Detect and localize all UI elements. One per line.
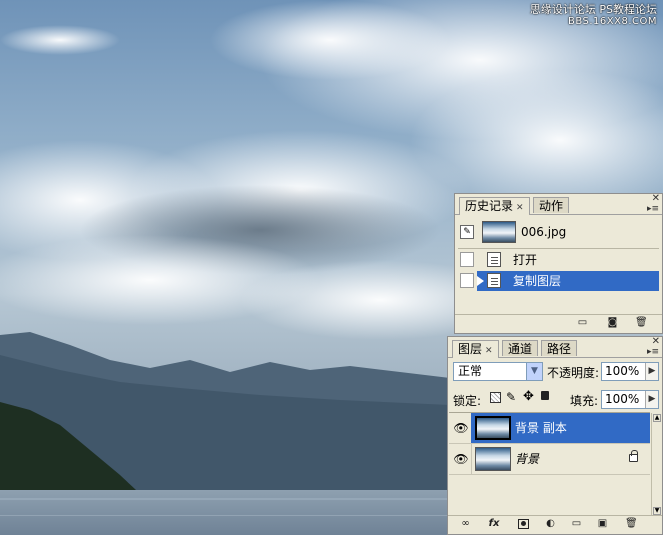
scroll-down-icon[interactable]: ▼ bbox=[653, 507, 661, 515]
layer-name-cell[interactable]: 背景 bbox=[471, 444, 650, 474]
tab-history-label: 历史记录 bbox=[465, 199, 514, 213]
new-document-icon[interactable]: ▭ bbox=[577, 318, 588, 328]
blend-mode-value: 正常 bbox=[458, 364, 483, 378]
lock-brush-icon[interactable]: ✎ bbox=[506, 390, 516, 404]
opacity-value: 100% bbox=[605, 364, 640, 378]
history-state-slider-icon[interactable] bbox=[477, 276, 484, 286]
layer-thumbnail bbox=[475, 447, 511, 471]
tab-paths-label: 路径 bbox=[547, 342, 572, 356]
history-source-checkbox[interactable] bbox=[460, 252, 474, 267]
history-item-open[interactable]: 打开 bbox=[458, 250, 659, 270]
layers-panel-tabs: 图层 ✕ 通道 路径 ✕ ▸≡ bbox=[448, 336, 662, 358]
link-icon[interactable]: ∞ bbox=[460, 519, 471, 529]
tab-layers[interactable]: 图层 ✕ bbox=[452, 340, 499, 358]
layer-row-background-copy[interactable]: 👁 背景 副本 bbox=[449, 413, 650, 444]
history-source-checkbox[interactable] bbox=[460, 273, 474, 288]
layers-panel: 图层 ✕ 通道 路径 ✕ ▸≡ 正常 ▼ 不透明度: 100% ▶ 锁定: ✎ ✥… bbox=[447, 336, 663, 535]
history-panel: 历史记录 ✕ 动作 ✕ ▸≡ ✎ 006.jpg 打开 复制图层 ▭ ◙ 🗑 bbox=[454, 193, 663, 334]
history-brush-icon[interactable]: ✎ bbox=[460, 225, 474, 239]
lock-transparent-icon[interactable] bbox=[490, 392, 501, 403]
fill-value: 100% bbox=[605, 392, 640, 406]
blend-mode-dropdown[interactable]: 正常 ▼ bbox=[453, 362, 543, 381]
lock-move-icon[interactable]: ✥ bbox=[523, 389, 534, 404]
layers-bottom-bar: ∞ fx ◐ ▭ ▣ 🗑 bbox=[448, 515, 662, 534]
lock-icon bbox=[629, 450, 638, 462]
snapshot-label: 006.jpg bbox=[521, 225, 567, 239]
folder-icon[interactable]: ▭ bbox=[571, 519, 582, 529]
history-item-label: 打开 bbox=[513, 253, 538, 267]
watermark-line-1: 思缘设计论坛 PS教程论坛 bbox=[529, 3, 657, 16]
close-icon[interactable]: ✕ bbox=[516, 203, 524, 213]
trash-icon[interactable]: 🗑 bbox=[625, 519, 638, 529]
tab-channels-label: 通道 bbox=[508, 342, 533, 356]
panel-close-icon[interactable]: ✕ bbox=[652, 193, 660, 204]
layer-name[interactable]: 背景 bbox=[515, 444, 539, 474]
watermark-line-2: BBS.16XX8.COM bbox=[567, 16, 657, 27]
document-icon bbox=[487, 252, 501, 267]
tab-channels[interactable]: 通道 bbox=[502, 340, 539, 356]
opacity-field[interactable]: 100% ▶ bbox=[601, 362, 659, 381]
opacity-label: 不透明度: bbox=[547, 366, 600, 380]
fx-icon[interactable]: fx bbox=[486, 519, 502, 529]
trash-icon[interactable]: 🗑 bbox=[635, 318, 648, 328]
watermark: 思缘设计论坛 PS教程论坛 BBS.16XX8.COM bbox=[530, 4, 657, 28]
chevron-right-icon[interactable]: ▶ bbox=[645, 391, 658, 408]
history-snapshot-row[interactable]: ✎ 006.jpg bbox=[458, 220, 659, 246]
fill-label: 填充: bbox=[570, 394, 599, 408]
panel-menu-icon[interactable]: ▸≡ bbox=[647, 204, 659, 214]
adjustment-icon[interactable]: ◐ bbox=[545, 519, 556, 529]
layer-name[interactable]: 背景 副本 bbox=[515, 413, 567, 443]
panel-menu-icon[interactable]: ▸≡ bbox=[647, 347, 659, 357]
tab-actions-label: 动作 bbox=[539, 199, 564, 213]
history-bottom-bar: ▭ ◙ 🗑 bbox=[455, 314, 662, 333]
tab-actions[interactable]: 动作 bbox=[533, 197, 570, 213]
history-item-label: 复制图层 bbox=[513, 274, 562, 288]
fill-field[interactable]: 100% ▶ bbox=[601, 390, 659, 409]
document-icon bbox=[487, 273, 501, 288]
mask-icon[interactable] bbox=[518, 519, 529, 529]
lock-label: 锁定: bbox=[453, 394, 482, 408]
history-item-duplicate-layer[interactable]: 复制图层 bbox=[477, 271, 659, 291]
divider bbox=[458, 248, 659, 249]
new-layer-icon[interactable]: ▣ bbox=[597, 519, 608, 529]
snapshot-thumbnail bbox=[482, 221, 516, 243]
chevron-down-icon[interactable]: ▼ bbox=[526, 363, 542, 380]
layers-scrollbar[interactable]: ▲ ▼ bbox=[651, 413, 662, 516]
tab-layers-label: 图层 bbox=[458, 342, 483, 356]
chevron-right-icon[interactable]: ▶ bbox=[645, 363, 658, 380]
layer-thumbnail bbox=[475, 416, 511, 440]
panel-close-icon[interactable]: ✕ bbox=[652, 336, 660, 347]
close-icon[interactable]: ✕ bbox=[485, 346, 493, 356]
layer-row-background[interactable]: 👁 背景 bbox=[449, 444, 650, 475]
scroll-up-icon[interactable]: ▲ bbox=[653, 414, 661, 422]
lock-all-icon[interactable] bbox=[541, 391, 549, 400]
layer-name-cell[interactable]: 背景 副本 bbox=[471, 413, 650, 443]
tab-paths[interactable]: 路径 bbox=[541, 340, 578, 356]
eye-icon[interactable]: 👁 bbox=[451, 444, 472, 474]
eye-icon[interactable]: 👁 bbox=[451, 413, 472, 443]
camera-icon[interactable]: ◙ bbox=[607, 318, 618, 328]
history-panel-tabs: 历史记录 ✕ 动作 ✕ ▸≡ bbox=[455, 193, 662, 215]
tab-history[interactable]: 历史记录 ✕ bbox=[459, 197, 530, 215]
